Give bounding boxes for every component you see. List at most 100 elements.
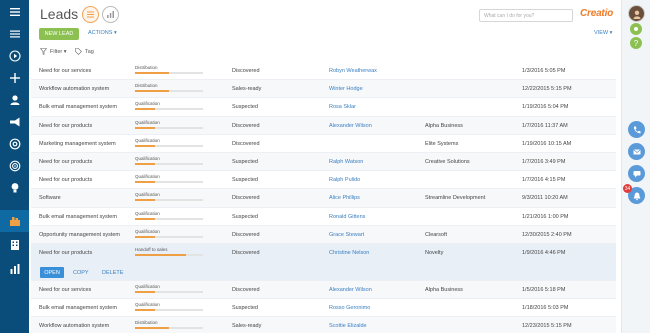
tag-label: Tag — [85, 48, 94, 55]
contact-link[interactable]: Scottie Elizalde — [329, 323, 367, 329]
right-sidebar: ? 34 — [621, 0, 650, 333]
open-button[interactable]: OPEN — [40, 267, 64, 279]
megaphone-icon[interactable] — [0, 111, 29, 133]
delete-button[interactable]: DELETE — [102, 270, 123, 276]
contact-link[interactable]: Ralph Watson — [329, 159, 363, 165]
plus-icon[interactable] — [0, 67, 29, 89]
page-title: Leads — [40, 6, 79, 22]
lead-name: Need for our products — [39, 177, 93, 184]
contact-link[interactable]: Rosso Geronimo — [329, 305, 370, 311]
account-name: Alpha Business — [425, 287, 463, 294]
created-date: 1/7/2016 4:15 PM — [522, 177, 566, 184]
contact-link[interactable]: Alexander Wilson — [329, 287, 372, 293]
account-name: Clearsoft — [425, 231, 448, 238]
table-row[interactable]: Need for our services Discovered Alexander… — [31, 281, 616, 300]
contact-link[interactable]: Alexander Wilson — [329, 123, 372, 129]
table-row[interactable]: Bulk email management system Suspected Ron… — [31, 208, 616, 226]
table-row[interactable]: Marketing management system Discovered Eli… — [31, 135, 616, 153]
table-row[interactable]: Opportunity management system Discovered G… — [31, 225, 616, 244]
left-nav — [0, 0, 29, 333]
need-status: Discovered — [232, 195, 260, 202]
created-date: 1/7/2016 11:37 AM — [522, 122, 568, 129]
view-menu-button[interactable]: VIEW ▾ — [594, 30, 612, 36]
leads-grid: Need for our services Discovered Robyn Wea… — [31, 62, 616, 333]
lead-name: Need for our products — [39, 249, 93, 256]
lead-name: Need for our products — [39, 158, 93, 165]
avatar[interactable] — [628, 5, 645, 22]
search-input[interactable]: What can I do for you? — [479, 9, 573, 22]
need-status: Suspected — [232, 305, 258, 312]
stage-progress-bar — [135, 90, 203, 93]
building-icon[interactable] — [0, 234, 29, 256]
copy-button[interactable]: COPY — [73, 270, 89, 276]
stage-indicator: Qualification — [135, 120, 203, 129]
contact-link[interactable]: Ralph Pulido — [329, 177, 360, 183]
created-date: 1/3/2016 5:05 PM — [522, 68, 566, 74]
target-icon[interactable] — [0, 155, 29, 177]
help-icon[interactable]: ? — [630, 37, 642, 49]
lead-name: Bulk email management system — [39, 213, 117, 220]
table-row[interactable]: Need for our services Discovered Robyn Wea… — [31, 62, 616, 81]
user-icon[interactable] — [0, 89, 29, 111]
phone-icon[interactable] — [628, 121, 645, 138]
table-row[interactable]: Workflow automation system Sales-ready Sco… — [31, 317, 616, 333]
table-row[interactable]: Software Discovered Alice Phillips Streamli… — [31, 189, 616, 208]
table-row[interactable]: Need for our products Discovered Christine… — [31, 243, 616, 263]
play-icon[interactable] — [0, 45, 29, 67]
account-name: Streamline Development — [425, 195, 486, 202]
contact-link[interactable]: Ronald Gittens — [329, 214, 365, 220]
table-row[interactable]: Need for our products Discovered Alexander… — [31, 116, 616, 135]
table-row[interactable]: Need for our products Suspected Ralph Puli… — [31, 171, 616, 190]
stage-progress-fill — [135, 217, 156, 220]
lightbulb-icon[interactable] — [0, 177, 29, 199]
chart-icon[interactable] — [0, 258, 29, 280]
filter-icon — [40, 48, 47, 55]
analytics-view-icon[interactable] — [102, 6, 119, 23]
mail-icon[interactable] — [628, 143, 645, 160]
contact-link[interactable]: Robyn Weatherwax — [329, 68, 377, 74]
need-status: Suspected — [232, 213, 258, 220]
contact-link[interactable]: Alice Phillips — [329, 195, 360, 201]
lead-name: Bulk email management system — [39, 305, 117, 312]
gear-icon[interactable] — [630, 23, 642, 35]
table-row[interactable]: Bulk email management system Suspected Ros… — [31, 98, 616, 117]
created-date: 1/19/2016 10:15 AM — [522, 140, 572, 147]
contact-link[interactable]: Grace Stewart — [329, 232, 364, 238]
stage-indicator: Qualification — [135, 284, 203, 294]
contact-link[interactable]: Rosa Sklar — [329, 104, 356, 110]
stage-progress-bar — [135, 291, 203, 294]
table-row[interactable]: Need for our products Suspected Ralph Wats… — [31, 152, 616, 172]
need-status: Suspected — [232, 177, 258, 184]
actions-menu-button[interactable]: ACTIONS ▾ — [88, 30, 117, 36]
at-icon[interactable] — [0, 133, 29, 155]
stage-progress-fill — [135, 253, 186, 256]
stage-label: Qualification — [135, 137, 160, 143]
new-lead-button[interactable]: NEW LEAD — [39, 28, 79, 40]
stage-indicator: Distribution — [135, 65, 203, 74]
bell-icon[interactable]: 34 — [623, 184, 645, 204]
stage-progress-bar — [135, 309, 203, 312]
table-row[interactable]: Workflow automation system Sales-ready Win… — [31, 80, 616, 99]
table-row[interactable]: Bulk email management system Suspected Ros… — [31, 299, 616, 318]
stage-indicator: Qualification — [135, 174, 203, 184]
leads-icon[interactable] — [0, 210, 29, 232]
contact-link[interactable]: Christine Nelson — [329, 250, 369, 256]
contact-link[interactable]: Winter Hodge — [329, 86, 363, 92]
chat-icon[interactable] — [628, 165, 645, 182]
menu-icon[interactable] — [0, 23, 29, 45]
created-date: 12/23/2015 5:15 PM — [522, 323, 572, 330]
menu-icon[interactable] — [0, 1, 29, 23]
list-view-icon[interactable] — [82, 6, 99, 23]
stage-label: Distribution — [135, 65, 158, 70]
stage-progress-fill — [135, 144, 156, 147]
stage-progress-fill — [135, 199, 156, 202]
stage-indicator: Qualification — [135, 211, 203, 220]
need-status: Discovered — [232, 231, 260, 238]
tag-button[interactable]: Tag — [75, 48, 94, 55]
stage-label: Qualification — [135, 101, 160, 107]
stage-progress-bar — [135, 126, 203, 129]
stage-progress-bar — [135, 327, 203, 330]
need-status: Sales-ready — [232, 86, 262, 93]
filter-button[interactable]: Filter ▾ — [40, 48, 67, 55]
stage-indicator: Handoff to sales — [135, 247, 203, 256]
